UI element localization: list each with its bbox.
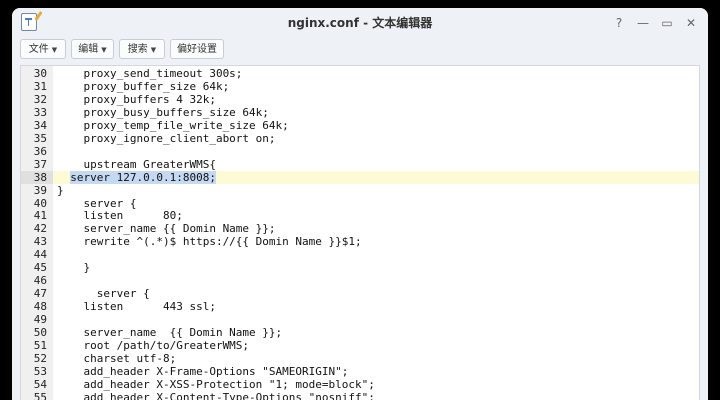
code-line[interactable]: 42 server_name {{ Domin Name }}; <box>21 222 699 236</box>
code-line[interactable]: 36 <box>21 144 699 158</box>
code-text: server_name {{ Domin Name }}; <box>57 222 276 236</box>
file-menu-label: 文件 <box>28 44 49 55</box>
chevron-down-icon: ▼ <box>51 46 58 54</box>
line-number: 40 <box>33 196 47 210</box>
minimize-icon[interactable]: — <box>634 14 652 32</box>
code-line[interactable]: 35 proxy_ignore_client_abort on; <box>21 131 699 145</box>
code-text: proxy_busy_buffers_size 64k; <box>57 105 269 119</box>
code-line[interactable]: 51 root /path/to/GreaterWMS; <box>21 338 699 352</box>
edit-menu-label: 编辑 <box>78 44 99 55</box>
file-menu-button[interactable]: 文件 ▼ <box>20 39 66 59</box>
search-menu-label: 搜索 <box>127 44 148 55</box>
line-number: 41 <box>33 209 47 223</box>
line-number: 52 <box>33 351 47 365</box>
code-text: proxy_buffers 4 32k; <box>57 92 216 106</box>
window-title: nginx.conf - 文本编辑器 <box>287 16 433 30</box>
chevron-down-icon: ▼ <box>150 46 157 54</box>
line-number: 54 <box>33 377 47 391</box>
line-number: 45 <box>33 261 47 275</box>
code-line[interactable]: 50 server_name {{ Domin Name }}; <box>21 326 699 339</box>
code-line[interactable]: 54 add_header X-XSS-Protection "1; mode=… <box>21 377 699 391</box>
line-number: 33 <box>33 105 47 119</box>
code-text: server { <box>57 287 150 301</box>
line-number: 53 <box>33 364 47 378</box>
code-line[interactable]: 47 server { <box>21 287 699 301</box>
code-line[interactable]: 46 <box>21 274 699 288</box>
line-number: 31 <box>33 79 47 93</box>
code-line[interactable]: 44 <box>21 248 699 262</box>
window-controls: ? — ▭ ✕ <box>610 8 700 38</box>
code-line[interactable]: 41 listen 80; <box>21 209 699 223</box>
line-number: 46 <box>33 274 47 288</box>
code-text: proxy_send_timeout 300s; <box>57 67 243 80</box>
line-number: 42 <box>33 222 47 236</box>
code-text: charset utf-8; <box>57 351 177 365</box>
line-number: 38 <box>21 170 53 184</box>
line-number: 51 <box>33 338 47 352</box>
line-number: 48 <box>33 300 47 314</box>
code-line[interactable]: 34 proxy_temp_file_write_size 64k; <box>21 118 699 132</box>
code-line[interactable]: 53 add_header X-Frame-Options "SAMEORIGI… <box>21 364 699 378</box>
line-number: 34 <box>33 118 47 132</box>
chevron-down-icon: ▼ <box>101 46 107 54</box>
line-number: 36 <box>33 144 47 158</box>
code-line[interactable]: 55 add_header X-Content-Type-Options "no… <box>21 390 699 400</box>
code-text: server 127.0.0.1:8008; <box>57 170 216 184</box>
preferences-button[interactable]: 偏好设置 <box>170 39 224 59</box>
code-text: rewrite ^(.*)$ https://{{ Domin Name }}$… <box>57 235 362 249</box>
code-text: } <box>57 183 64 197</box>
code-text: add_header X-Content-Type-Options "nosni… <box>57 390 375 400</box>
help-icon[interactable]: ? <box>610 14 628 32</box>
line-number: 43 <box>33 235 47 249</box>
code-text: server_name {{ Domin Name }}; <box>57 326 283 339</box>
search-menu-button[interactable]: 搜索 ▼ <box>119 39 165 59</box>
code-line[interactable]: 37 upstream GreaterWMS{ <box>21 157 699 171</box>
code-line[interactable]: 32 proxy_buffers 4 32k; <box>21 92 699 106</box>
code-line[interactable]: 45 } <box>21 261 699 275</box>
selected-text: server 127.0.0.1:8008; <box>70 170 216 184</box>
code-text: listen 80; <box>57 209 183 223</box>
code-line[interactable]: 48 listen 443 ssl; <box>21 300 699 314</box>
code-line[interactable]: 38 server 127.0.0.1:8008; <box>21 170 699 184</box>
code-text: proxy_buffer_size 64k; <box>57 79 230 93</box>
code-text: proxy_ignore_client_abort on; <box>57 131 276 145</box>
close-icon[interactable]: ✕ <box>682 14 700 32</box>
code-line[interactable]: 40 server { <box>21 196 699 210</box>
code-line[interactable]: 49 <box>21 313 699 327</box>
code-text: add_header X-XSS-Protection "1; mode=blo… <box>57 377 375 391</box>
code-text: } <box>57 261 91 275</box>
line-number: 35 <box>33 131 47 145</box>
code-line[interactable]: 43 rewrite ^(.*)$ https://{{ Domin Name … <box>21 235 699 249</box>
line-number: 50 <box>33 326 47 339</box>
title-bar: nginx.conf - 文本编辑器 ? — ▭ ✕ <box>12 8 708 38</box>
text-editor-window: nginx.conf - 文本编辑器 ? — ▭ ✕ 文件 ▼ 编辑 ▼ 搜索 ▼ 偏… <box>12 8 708 400</box>
code-line[interactable]: 39} <box>21 183 699 197</box>
code-line[interactable]: 30 proxy_send_timeout 300s; <box>21 67 699 80</box>
line-number: 37 <box>33 157 47 171</box>
code-text: listen 443 ssl; <box>57 300 216 314</box>
line-number: 55 <box>33 390 47 400</box>
code-text: proxy_temp_file_write_size 64k; <box>57 118 289 132</box>
line-number: 49 <box>33 313 47 327</box>
code-text: root /path/to/GreaterWMS; <box>57 338 250 352</box>
code-text: add_header X-Frame-Options "SAMEORIGIN"; <box>57 364 349 378</box>
edit-menu-button[interactable]: 编辑 ▼ <box>71 39 114 59</box>
line-number: 47 <box>33 287 47 301</box>
code-line[interactable]: 31 proxy_buffer_size 64k; <box>21 79 699 93</box>
code-editor[interactable]: 30 proxy_send_timeout 300s; 31 proxy_buff… <box>20 65 700 400</box>
line-number: 44 <box>33 248 47 262</box>
code-line[interactable]: 33 proxy_busy_buffers_size 64k; <box>21 105 699 119</box>
maximize-icon[interactable]: ▭ <box>658 14 676 32</box>
toolbar: 文件 ▼ 编辑 ▼ 搜索 ▼ 偏好设置 <box>12 38 708 66</box>
line-number: 30 <box>33 67 47 80</box>
line-number: 39 <box>33 183 47 197</box>
code-line[interactable]: 52 charset utf-8; <box>21 351 699 365</box>
line-number: 32 <box>33 92 47 106</box>
code-text: server { <box>57 196 137 210</box>
code-text: upstream GreaterWMS{ <box>57 157 216 171</box>
preferences-label: 偏好设置 <box>177 44 217 55</box>
